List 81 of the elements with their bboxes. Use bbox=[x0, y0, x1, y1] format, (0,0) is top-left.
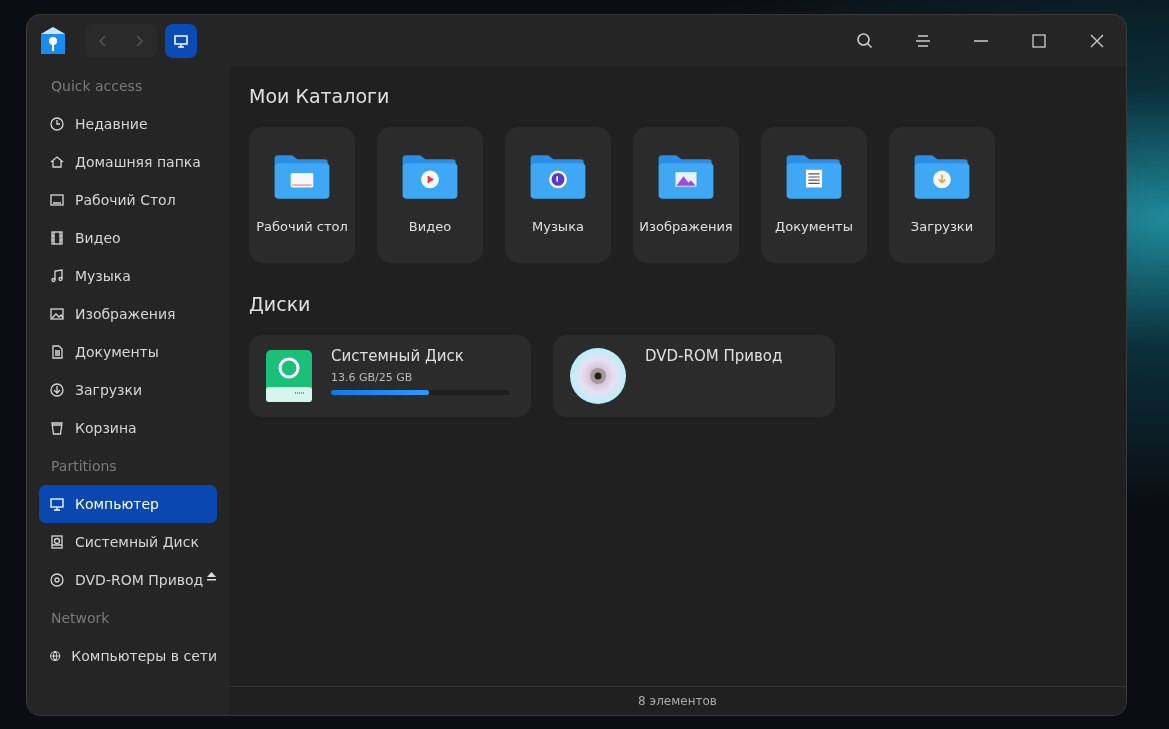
close-icon bbox=[1090, 34, 1104, 48]
folder-label: Рабочий стол bbox=[256, 219, 348, 234]
sidebar-item-label: Компьютеры в сети bbox=[71, 648, 217, 664]
sidebar-item[interactable]: Компьютеры в сети bbox=[39, 637, 217, 675]
disk-name: DVD-ROM Привод bbox=[645, 347, 783, 365]
sidebar-item[interactable]: Видео bbox=[39, 219, 217, 257]
sidebar-item[interactable]: Загрузки bbox=[39, 371, 217, 409]
section-heading: Диски bbox=[249, 293, 312, 315]
sidebar-item-icon bbox=[49, 496, 65, 512]
sidebar-item-label: Системный Диск bbox=[75, 534, 199, 550]
sidebar-item-label: Корзина bbox=[75, 420, 137, 436]
sidebar-item[interactable]: DVD-ROM Привод bbox=[39, 561, 217, 599]
folder-icon bbox=[529, 153, 587, 201]
sidebar-item-icon bbox=[49, 306, 65, 322]
disk-card[interactable]: DVD-ROM Привод bbox=[553, 335, 835, 417]
folder-tile[interactable]: Рабочий стол bbox=[249, 127, 355, 263]
sidebar-section-title: Network bbox=[50, 609, 111, 628]
sidebar-item-icon bbox=[49, 382, 65, 398]
folder-icon bbox=[657, 153, 715, 201]
folder-tile[interactable]: Музыка bbox=[505, 127, 611, 263]
folder-label: Загрузки bbox=[910, 219, 974, 234]
disk-card[interactable]: Системный Диск 13.6 GB/25 GB bbox=[249, 335, 531, 417]
computer-view-button[interactable] bbox=[165, 24, 197, 58]
chevron-right-icon bbox=[134, 34, 144, 48]
folder-icon bbox=[785, 153, 843, 201]
folder-tile[interactable]: Загрузки bbox=[889, 127, 995, 263]
folder-icon bbox=[273, 153, 331, 201]
folder-tile[interactable]: Документы bbox=[761, 127, 867, 263]
sidebar-item-icon bbox=[49, 268, 65, 284]
sidebar-item-icon bbox=[49, 420, 65, 436]
sidebar-item-label: Рабочий Стол bbox=[75, 192, 176, 208]
section-heading: Мои Каталоги bbox=[249, 85, 391, 107]
search-icon bbox=[856, 32, 874, 50]
sidebar-item-label: Изображения bbox=[75, 306, 176, 322]
disk-name: Системный Диск bbox=[331, 347, 465, 365]
sidebar-item-icon bbox=[49, 648, 62, 664]
chevron-left-icon bbox=[98, 34, 108, 48]
sidebar-item-label: Домашняя папка bbox=[75, 154, 201, 170]
sidebar-item-icon bbox=[49, 116, 65, 132]
folder-tile[interactable]: Изображения bbox=[633, 127, 739, 263]
folder-label: Музыка bbox=[532, 219, 584, 234]
sidebar-item-icon bbox=[49, 192, 65, 208]
sidebar-item[interactable]: Недавние bbox=[39, 105, 217, 143]
disk-usage: 13.6 GB/25 GB bbox=[331, 371, 414, 384]
monitor-icon bbox=[173, 33, 189, 49]
folder-label: Видео bbox=[408, 219, 452, 234]
sidebar-item[interactable]: Корзина bbox=[39, 409, 217, 447]
folder-icon bbox=[913, 153, 971, 201]
sidebar-item-label: Недавние bbox=[75, 116, 148, 132]
sidebar-item-label: Компьютер bbox=[75, 496, 159, 512]
sidebar-item-icon bbox=[49, 534, 65, 550]
sidebar-item-icon bbox=[49, 154, 65, 170]
folder-label: Изображения bbox=[639, 219, 733, 234]
sidebar-item[interactable]: Музыка bbox=[39, 257, 217, 295]
minimize-icon bbox=[973, 40, 989, 42]
menu-icon bbox=[915, 34, 931, 48]
sidebar-item-label: Документы bbox=[75, 344, 159, 360]
sidebar-item[interactable]: Системный Диск bbox=[39, 523, 217, 561]
sidebar-item-label: DVD-ROM Привод bbox=[75, 572, 204, 588]
app-logo-icon bbox=[39, 26, 67, 56]
item-count: 8 элементов bbox=[638, 694, 717, 708]
sidebar-item[interactable]: Рабочий Стол bbox=[39, 181, 217, 219]
sidebar-item-label: Видео bbox=[75, 230, 121, 246]
eject-icon[interactable] bbox=[207, 571, 217, 581]
sidebar-section-title: Partitions bbox=[50, 457, 118, 476]
sidebar-item-icon bbox=[49, 572, 65, 588]
sidebar-item-label: Музыка bbox=[75, 268, 131, 284]
sidebar-item[interactable]: Документы bbox=[39, 333, 217, 371]
disc-icon bbox=[569, 347, 627, 405]
sidebar-item-icon bbox=[49, 230, 65, 246]
maximize-icon bbox=[1032, 34, 1046, 48]
sidebar-item-icon bbox=[49, 344, 65, 360]
sidebar-item[interactable]: Изображения bbox=[39, 295, 217, 333]
sidebar-item-label: Загрузки bbox=[75, 382, 143, 398]
sidebar-item[interactable]: Компьютер bbox=[39, 485, 217, 523]
folder-icon bbox=[401, 153, 459, 201]
folder-tile[interactable]: Видео bbox=[377, 127, 483, 263]
sidebar-item[interactable]: Домашняя папка bbox=[39, 143, 217, 181]
sidebar-section-title: Quick access bbox=[50, 77, 144, 96]
drive-icon bbox=[265, 349, 313, 403]
folder-label: Документы bbox=[775, 219, 853, 234]
